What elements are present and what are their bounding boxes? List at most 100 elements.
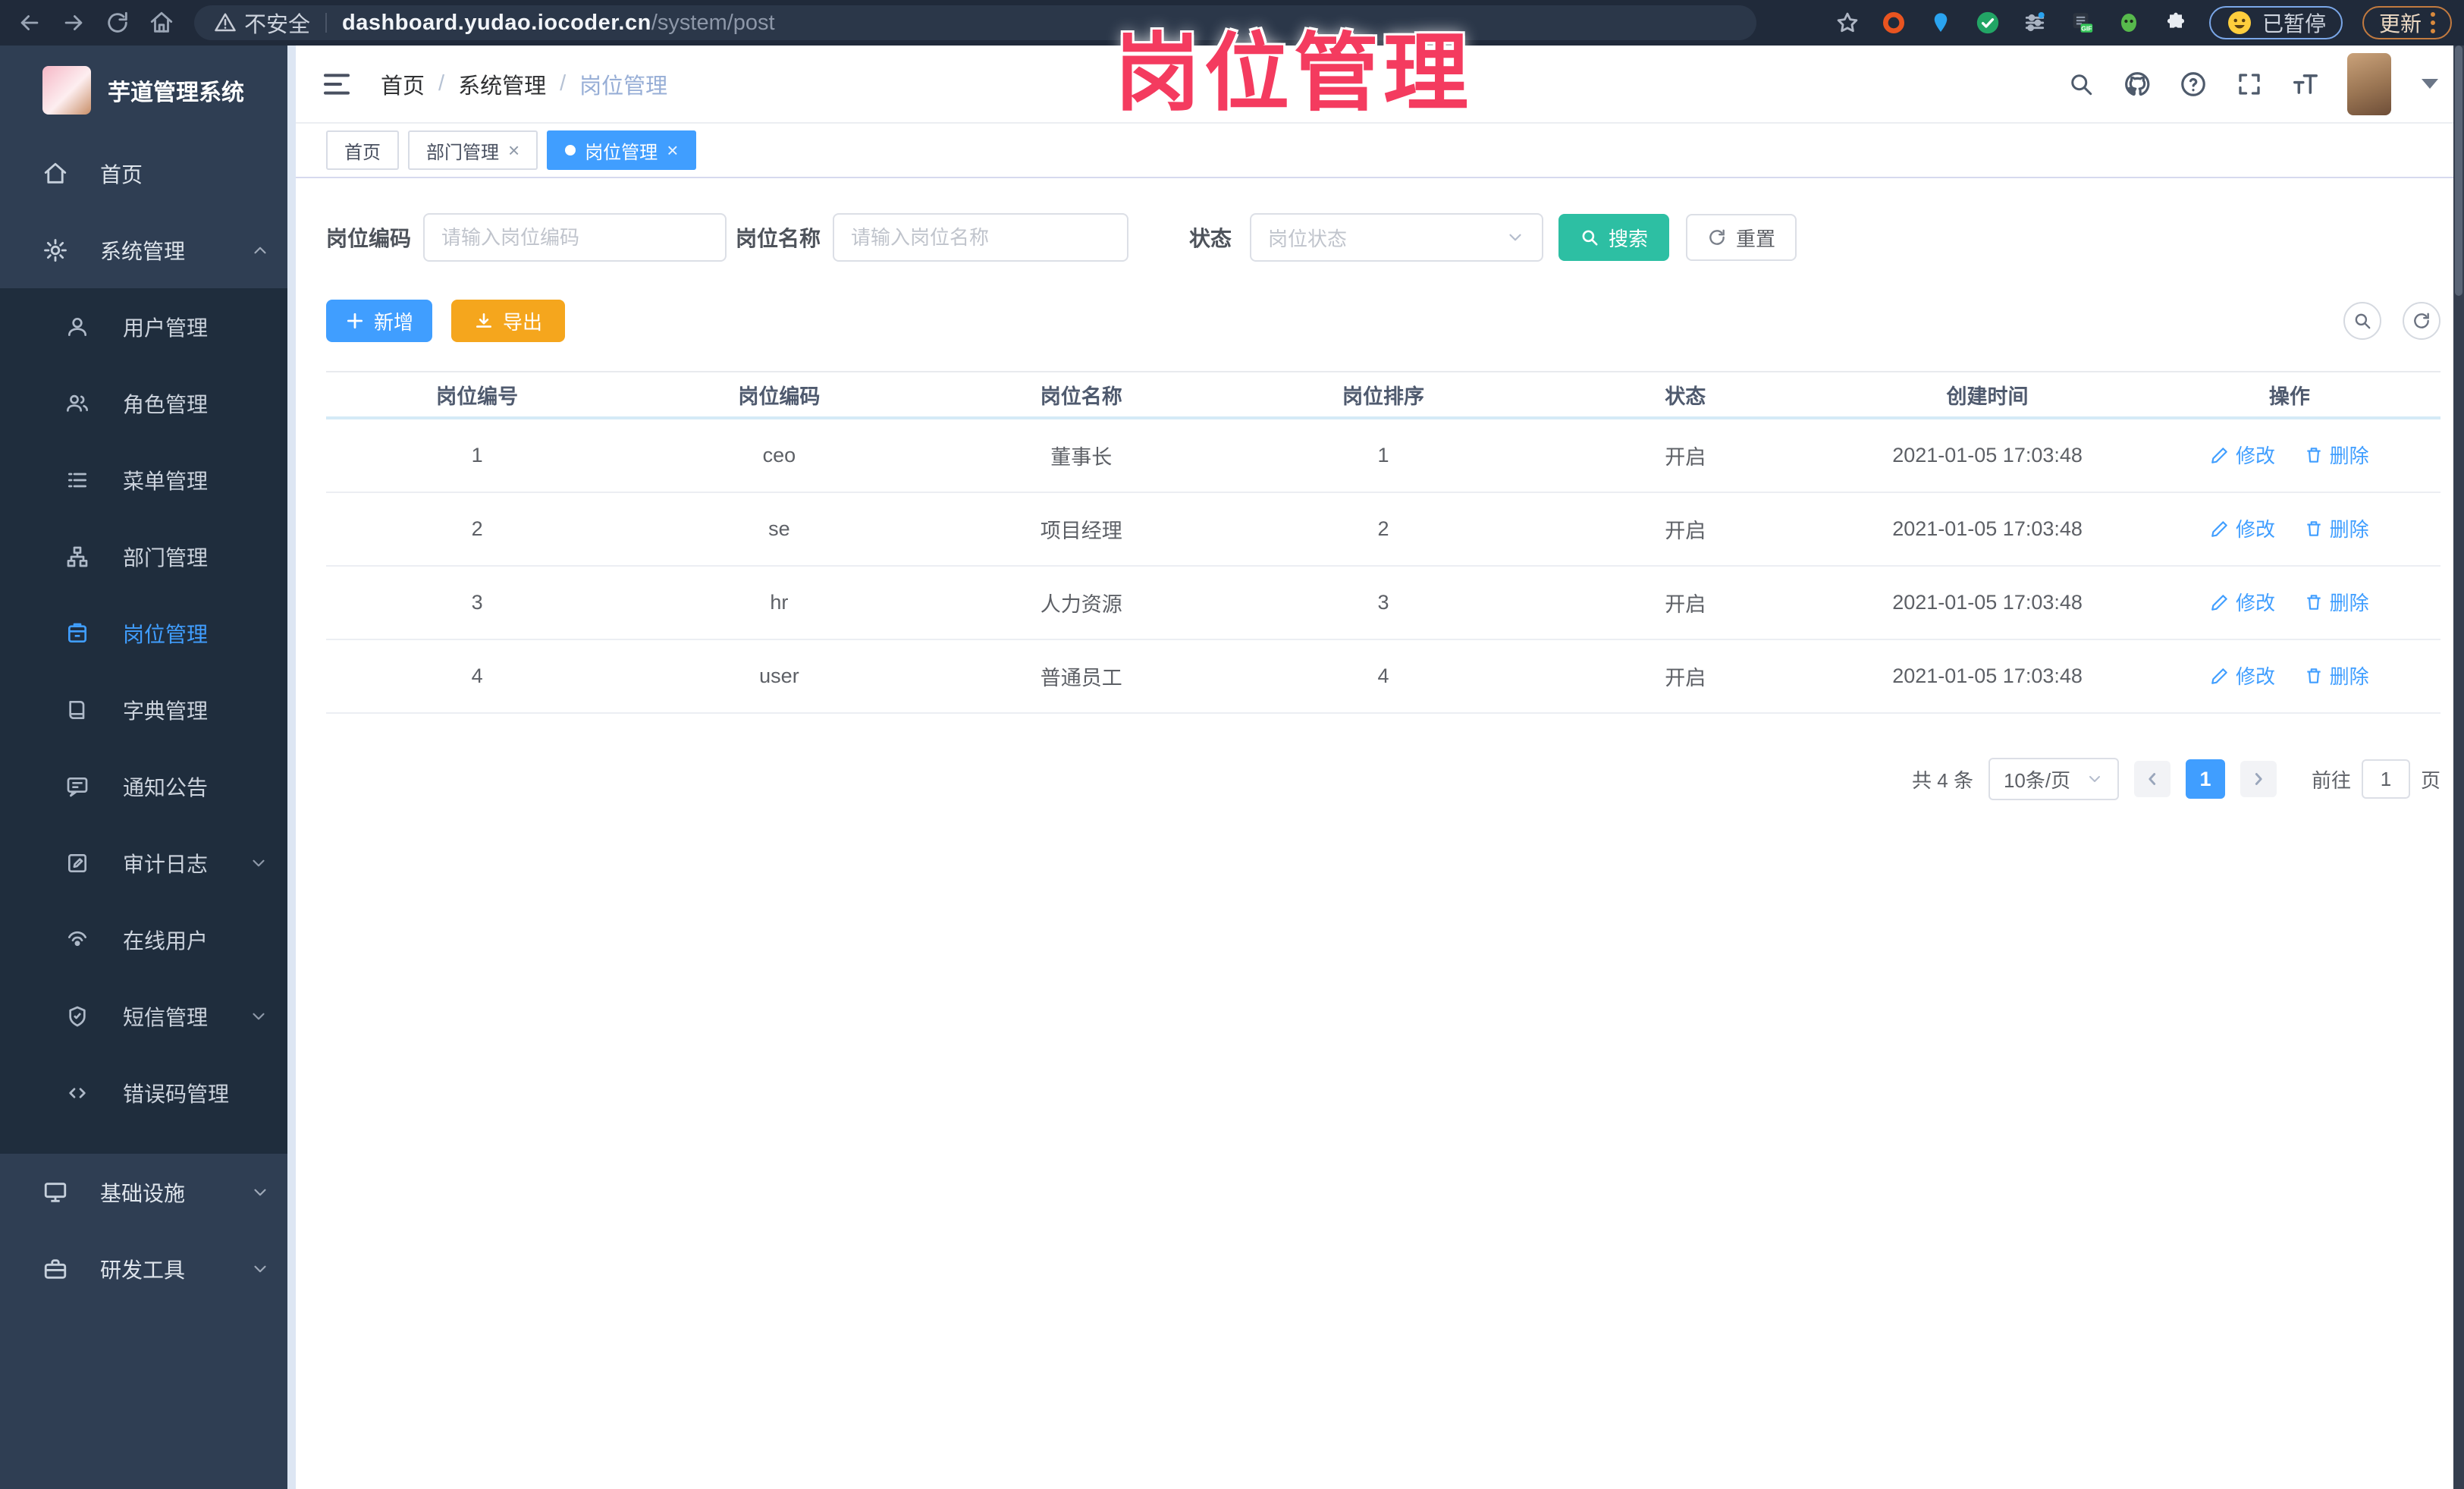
next-page-button[interactable]: [2240, 761, 2277, 797]
prev-page-button[interactable]: [2133, 761, 2171, 797]
extension-blue-pin-icon[interactable]: [1927, 9, 1954, 36]
add-button[interactable]: 新增: [326, 300, 432, 342]
user-avatar[interactable]: [2347, 52, 2391, 115]
sidebar-item-label: 系统管理: [100, 239, 186, 263]
delete-link[interactable]: 删除: [2304, 441, 2369, 469]
sidebar-scrollbar[interactable]: [287, 46, 296, 1489]
sidebar-item-menu-mgmt[interactable]: 菜单管理: [0, 441, 296, 518]
help-icon[interactable]: [2179, 70, 2208, 99]
search-icon[interactable]: [2067, 70, 2095, 99]
extension-sliders-icon[interactable]: [2021, 9, 2048, 36]
browser-menu-icon[interactable]: [2431, 12, 2435, 33]
page-number-button[interactable]: 1: [2185, 759, 2225, 799]
chevron-up-icon: [250, 240, 270, 260]
sidebar-item-error-code[interactable]: 错误码管理: [0, 1054, 296, 1131]
online-user-icon: [65, 928, 89, 952]
url-host[interactable]: dashboard.yudao.iocoder.cn: [342, 11, 651, 36]
sidebar-item-role-mgmt[interactable]: 角色管理: [0, 365, 296, 441]
edit-link[interactable]: 修改: [2210, 514, 2275, 542]
reset-button[interactable]: 重置: [1686, 214, 1797, 261]
sidebar-item-dev-tools[interactable]: 研发工具: [0, 1230, 296, 1307]
sidebar-item-infrastructure[interactable]: 基础设施: [0, 1154, 296, 1230]
close-icon[interactable]: ×: [667, 139, 678, 162]
avatar-caret-icon[interactable]: [2422, 79, 2438, 89]
address-bar[interactable]: 不安全 dashboard.yudao.iocoder.cn /system/p…: [194, 5, 1756, 40]
menu-list-icon: [65, 468, 89, 492]
fullscreen-icon[interactable]: [2235, 70, 2264, 99]
cell-id: 2: [471, 517, 483, 540]
table-row: 1 ceo 董事长 1 开启 2021-01-05 17:03:48 修改 删除: [326, 419, 2440, 493]
refresh-icon: [1709, 229, 1725, 245]
dictionary-icon: [65, 698, 89, 722]
sms-shield-icon: [65, 1004, 89, 1029]
refresh-button[interactable]: [2403, 302, 2440, 340]
sidebar-item-announcement[interactable]: 通知公告: [0, 748, 296, 825]
breadcrumb-home[interactable]: 首页: [381, 68, 425, 100]
goto-page-input[interactable]: [2361, 759, 2410, 799]
status-select[interactable]: 岗位状态: [1250, 213, 1544, 262]
extension-gif-icon[interactable]: GIF: [2068, 9, 2095, 36]
cell-sort: 4: [1377, 664, 1389, 687]
github-icon[interactable]: [2123, 70, 2152, 99]
edit-link[interactable]: 修改: [2210, 588, 2275, 616]
app-logo-row[interactable]: 芋道管理系统: [0, 46, 296, 135]
tab-dept-mgmt[interactable]: 部门管理 ×: [408, 130, 538, 170]
active-dot-icon: [565, 145, 576, 155]
edit-link[interactable]: 修改: [2210, 441, 2275, 469]
edit-link[interactable]: 修改: [2210, 661, 2275, 690]
extension-orange-ring-icon[interactable]: [1880, 9, 1907, 36]
page-scrollbar[interactable]: [2453, 46, 2464, 1489]
tab-home[interactable]: 首页: [326, 130, 399, 170]
trash-icon: [2306, 521, 2321, 536]
sidebar-item-dict-mgmt[interactable]: 字典管理: [0, 671, 296, 748]
close-icon[interactable]: ×: [508, 139, 519, 162]
search-button[interactable]: 搜索: [1558, 214, 1670, 261]
sidebar-item-dept-mgmt[interactable]: 部门管理: [0, 518, 296, 595]
security-label[interactable]: 不安全: [244, 7, 310, 39]
bookmark-star-icon[interactable]: [1835, 10, 1860, 36]
total-count: 共 4 条: [1912, 768, 1973, 792]
delete-link[interactable]: 删除: [2304, 661, 2369, 690]
scrollbar-thumb[interactable]: [2455, 46, 2462, 296]
top-navbar: 首页 / 系统管理 / 岗位管理: [296, 46, 2464, 124]
browser-update-button[interactable]: 更新: [2362, 6, 2452, 39]
sidebar-item-sms-mgmt[interactable]: 短信管理: [0, 978, 296, 1054]
delete-link[interactable]: 删除: [2304, 588, 2369, 616]
delete-link[interactable]: 删除: [2304, 514, 2369, 542]
cell-actions: 修改 删除: [2139, 514, 2440, 544]
url-path[interactable]: /system/post: [651, 11, 775, 36]
sidebar-item-system[interactable]: 系统管理: [0, 212, 296, 288]
sidebar-item-label: 研发工具: [100, 1258, 186, 1282]
sidebar-item-user-mgmt[interactable]: 用户管理: [0, 288, 296, 365]
cell-code: se: [768, 517, 790, 540]
sidebar-item-label: 部门管理: [123, 545, 209, 570]
forward-icon[interactable]: [61, 10, 86, 36]
back-icon[interactable]: [17, 10, 42, 36]
page-unit-label: 页: [2420, 768, 2440, 792]
export-button[interactable]: 导出: [451, 300, 565, 342]
profile-paused-badge[interactable]: 已暂停: [2208, 6, 2343, 39]
font-size-icon[interactable]: [2291, 70, 2320, 99]
extension-alien-icon[interactable]: [2115, 9, 2142, 36]
hide-search-button[interactable]: [2343, 302, 2381, 340]
page-size-select[interactable]: 10条/页: [1988, 758, 2119, 800]
extensions-puzzle-icon[interactable]: [2162, 9, 2189, 36]
sidebar-item-audit-log[interactable]: 审计日志: [0, 825, 296, 901]
collapse-menu-icon[interactable]: [322, 69, 352, 99]
reload-icon[interactable]: [105, 10, 130, 36]
sidebar-item-post-mgmt[interactable]: 岗位管理: [0, 595, 296, 671]
column-header: 岗位编码: [738, 385, 821, 408]
post-name-input[interactable]: [833, 213, 1129, 262]
post-badge-icon: [65, 621, 89, 646]
sidebar-item-home[interactable]: 首页: [0, 135, 296, 212]
column-header: 操作: [2268, 385, 2310, 408]
tab-post-mgmt[interactable]: 岗位管理 ×: [547, 130, 697, 170]
gear-icon: [42, 237, 68, 263]
home-icon[interactable]: [149, 10, 174, 36]
sidebar-item-online-users[interactable]: 在线用户: [0, 901, 296, 978]
post-code-input[interactable]: [423, 213, 727, 262]
extension-green-check-icon[interactable]: [1974, 9, 2001, 36]
breadcrumb-system[interactable]: 系统管理: [458, 68, 546, 100]
column-header: 岗位名称: [1040, 385, 1122, 408]
cell-actions: 修改 删除: [2139, 661, 2440, 691]
